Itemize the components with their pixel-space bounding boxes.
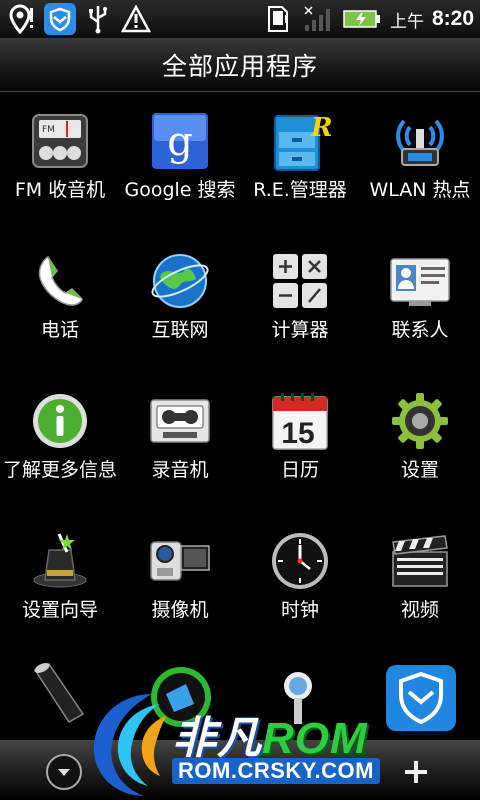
app-label: FM 收音机 — [14, 179, 106, 201]
clock-icon — [269, 530, 331, 592]
video-clapper-icon — [389, 530, 451, 592]
app-clock[interactable]: 时钟 — [240, 520, 360, 660]
app-label: 设置向导 — [21, 599, 98, 621]
battery-charging-icon — [342, 3, 382, 35]
watermark-brand-en: ROM — [262, 714, 368, 763]
app-label: 摄像机 — [151, 599, 209, 621]
contacts-icon — [389, 250, 451, 312]
watermark-brand-cn: 非凡 — [172, 714, 262, 763]
app-label: 时钟 — [280, 599, 319, 621]
app-label: 设置 — [400, 459, 439, 481]
app-re-manager[interactable]: R R.E.管理器 — [240, 100, 360, 240]
app-internet[interactable]: 互联网 — [120, 240, 240, 380]
app-calendar[interactable]: 15 日历 — [240, 380, 360, 520]
app-label: 互联网 — [151, 319, 209, 341]
settings-gear-icon — [389, 390, 451, 452]
chevron-down-icon[interactable] — [46, 754, 82, 790]
status-bar[interactable]: 上午 8:20 — [0, 0, 480, 38]
svg-text:R: R — [310, 113, 331, 143]
app-wlan-hotspot[interactable]: WLAN 热点 — [360, 100, 480, 240]
app-label: WLAN 热点 — [369, 179, 471, 201]
calculator-icon — [269, 250, 331, 312]
phone-icon — [29, 250, 91, 312]
app-voice-recorder[interactable]: 录音机 — [120, 380, 240, 520]
svg-text:g: g — [167, 119, 193, 165]
app-contacts[interactable]: 联系人 — [360, 240, 480, 380]
app-label: 视频 — [400, 599, 439, 621]
app-video[interactable]: 视频 — [360, 520, 480, 660]
warning-icon — [120, 3, 152, 35]
app-label: 日历 — [280, 459, 319, 481]
sd-card-icon — [262, 3, 294, 35]
app-settings[interactable]: 设置 — [360, 380, 480, 520]
watermark-url: ROM.CRSKY.COM — [172, 758, 380, 784]
usb-icon — [82, 3, 114, 35]
app-label: 计算器 — [271, 319, 329, 341]
app-setup-wizard[interactable]: 设置向导 — [0, 520, 120, 660]
app-label: Google 搜索 — [124, 179, 236, 201]
page-title: 全部应用程序 — [0, 38, 480, 92]
watermark: 非凡ROM ROM.CRSKY.COM — [82, 680, 412, 800]
app-label: 录音机 — [151, 459, 209, 481]
location-pin-icon — [6, 3, 38, 35]
svg-text:FM: FM — [42, 125, 55, 135]
app-label: 联系人 — [391, 319, 449, 341]
re-manager-icon: R — [269, 110, 331, 172]
calendar-icon: 15 — [269, 390, 331, 452]
status-ampm: 上午 — [389, 11, 424, 32]
google-search-icon: g — [149, 110, 211, 172]
wlan-hotspot-icon — [389, 110, 451, 172]
app-camcorder[interactable]: 摄像机 — [120, 520, 240, 660]
fm-radio-icon: FM — [29, 110, 91, 172]
watermark-brand: 非凡ROM — [172, 702, 368, 766]
shield-app-icon — [44, 3, 76, 35]
calendar-date: 15 — [281, 417, 314, 450]
app-fm-radio[interactable]: FM FM 收音机 — [0, 100, 120, 240]
app-calculator[interactable]: 计算器 — [240, 240, 360, 380]
camcorder-icon — [149, 530, 211, 592]
app-label: 电话 — [40, 319, 79, 341]
setup-wizard-icon — [29, 530, 91, 592]
app-grid: FM FM 收音机 g Google 搜索 R R.E.管理器 WLAN 热点 … — [0, 100, 480, 660]
app-label: 了解更多信息 — [2, 459, 117, 481]
app-learn-more[interactable]: 了解更多信息 — [0, 380, 120, 520]
app-phone[interactable]: 电话 — [0, 240, 120, 380]
internet-globe-icon — [149, 250, 211, 312]
signal-icon — [302, 3, 334, 35]
status-time: 8:20 — [431, 7, 474, 30]
app-label: R.E.管理器 — [253, 179, 347, 201]
app-google-search[interactable]: g Google 搜索 — [120, 100, 240, 240]
voice-recorder-icon — [149, 390, 211, 452]
info-icon — [29, 390, 91, 452]
